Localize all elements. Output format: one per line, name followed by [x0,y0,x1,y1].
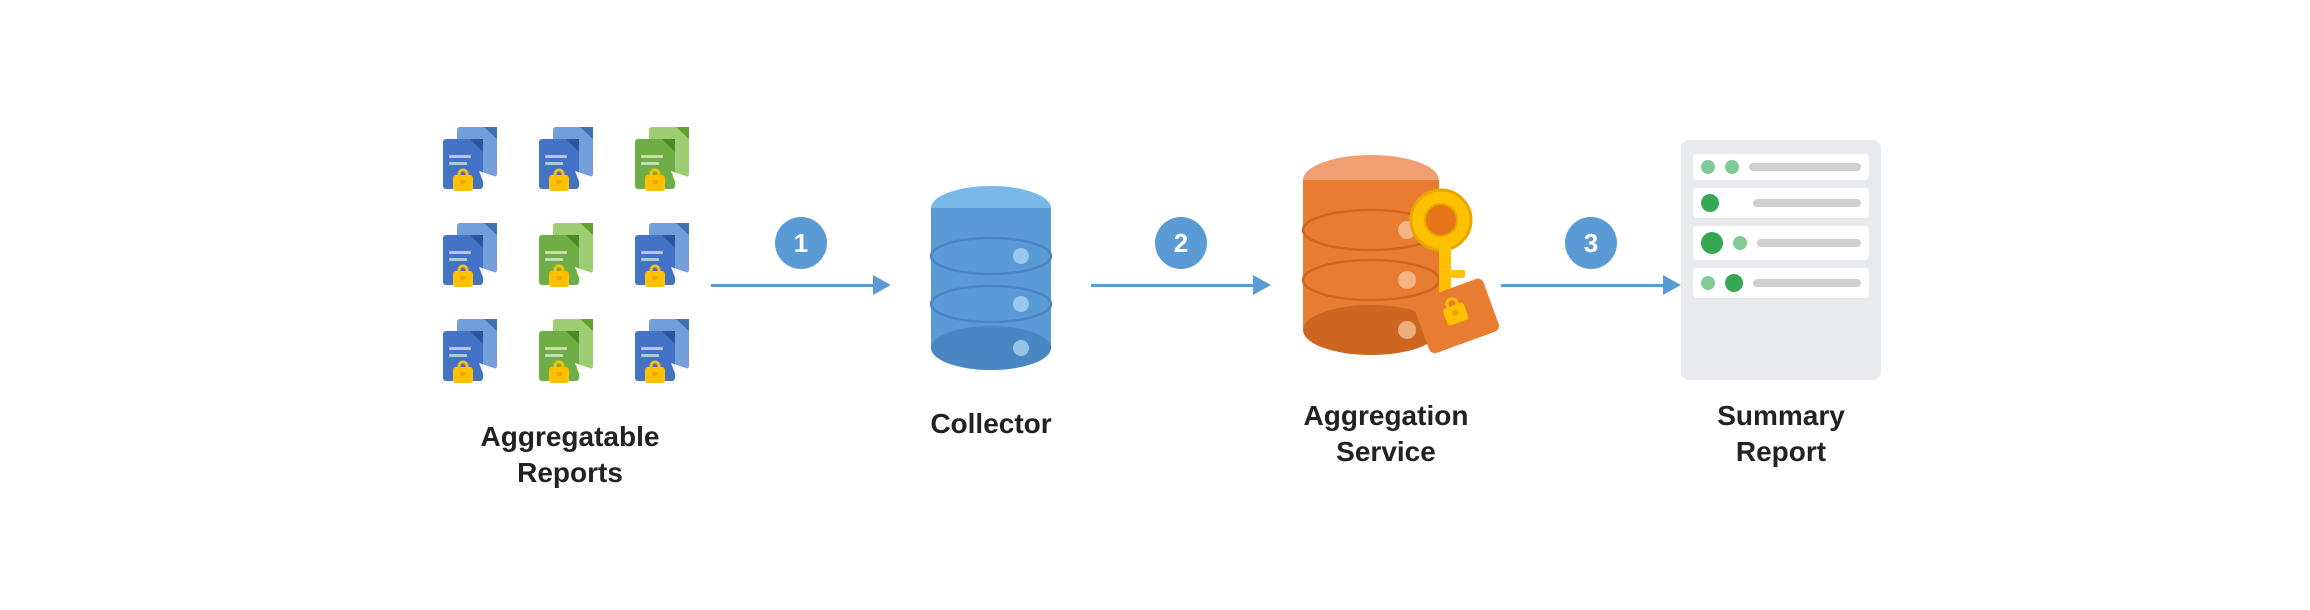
bar-4 [1753,279,1861,287]
dot-7 [1725,274,1743,292]
doc-group-2 [525,119,611,205]
summary-row-2 [1693,188,1869,218]
arrow-head-3 [1663,275,1681,295]
arrow-head-2 [1253,275,1271,295]
collector-label: Collector [930,406,1051,442]
dot-3 [1701,194,1719,212]
bar-2 [1753,199,1861,207]
dot-2 [1725,160,1739,174]
summary-report-label: Summary Report [1717,398,1845,471]
arrow-badge-1: 1 [775,217,827,269]
summary-report-visual [1681,140,1881,380]
arrow-line-2 [1091,275,1271,295]
arrow-line-3 [1501,275,1681,295]
arrow-shaft-2 [1091,284,1253,287]
aggregatable-reports-node: Aggregatable Reports [429,119,711,492]
arrow-shaft-3 [1501,284,1663,287]
dot-1 [1701,160,1715,174]
summary-report-node: Summary Report [1681,140,1881,471]
arrow-badge-3: 3 [1565,217,1617,269]
doc-group-7 [429,311,515,397]
summary-row-4 [1693,268,1869,298]
dot-4 [1701,232,1723,254]
collector-node: Collector [891,168,1091,442]
arrow-line-1 [711,275,891,295]
arrow-badge-2: 2 [1155,217,1207,269]
bar-1 [1749,163,1861,171]
aggregation-service-label: Aggregation Service [1304,398,1469,471]
doc-group-6 [621,215,707,301]
summary-row-3 [1693,226,1869,260]
doc-group-4 [429,215,515,301]
doc-group-1 [429,119,515,205]
doc-group-5 [525,215,611,301]
aggregation-service-node: Aggregation Service [1271,140,1501,471]
bar-3 [1757,239,1861,247]
diagram: Aggregatable Reports 1 [0,99,2310,512]
dot-5 [1733,236,1747,250]
agg-reports-grid [429,119,711,401]
arrow-3: 3 [1501,275,1681,295]
aggregation-service-visual [1271,140,1501,380]
arrow-2: 2 [1091,275,1271,295]
aggregatable-reports-label: Aggregatable Reports [481,419,660,492]
doc-group-9 [621,311,707,397]
arrow-1: 1 [711,275,891,295]
arrow-head-1 [873,275,891,295]
doc-group-3 [621,119,707,205]
collector-database [921,168,1061,388]
doc-group-8 [525,311,611,397]
arrow-shaft-1 [711,284,873,287]
dot-6 [1701,276,1715,290]
summary-row-1 [1693,154,1869,180]
